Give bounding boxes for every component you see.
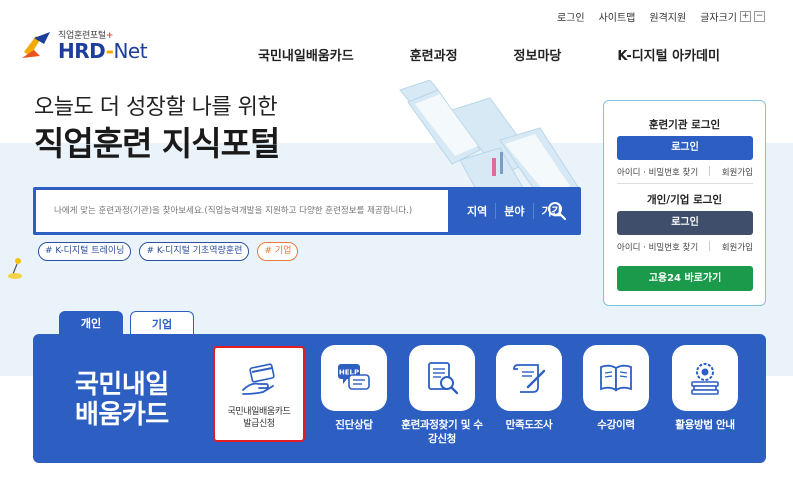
divider xyxy=(709,166,711,176)
divider xyxy=(617,183,753,184)
hero-title: 직업훈련 지식포털 xyxy=(34,124,280,163)
book-icon xyxy=(600,364,632,392)
divider xyxy=(709,241,711,251)
help-chat-icon: HELP xyxy=(338,364,370,390)
service-satisfaction-survey[interactable]: 만족도조사 xyxy=(486,345,572,432)
filter-field[interactable]: 분야 xyxy=(495,203,532,219)
card-issue-label-line1: 국민내일배움카드 xyxy=(227,407,291,417)
naeil-card-panel: 국민내일 배움카드 국민내일배움카드 발급신청 HELP 진단상담 훈련과정찾기… xyxy=(33,334,766,463)
personal-login-button[interactable]: 로그인 xyxy=(617,211,753,235)
font-size-increase-button[interactable]: + xyxy=(740,11,751,22)
service-course-history-label: 수강이력 xyxy=(597,419,635,431)
logo-net: Net xyxy=(113,39,148,63)
document-search-icon xyxy=(428,362,459,395)
login-panel: 훈련기관 로그인 로그인 아이디 · 비밀번호 찾기 회원가입 개인/기업 로그… xyxy=(603,100,766,306)
nav-training-course[interactable]: 훈련과정 xyxy=(410,45,458,64)
nav-k-digital-academy[interactable]: K-디지털 아카데미 xyxy=(617,45,720,64)
util-sitemap-link[interactable]: 사이트맵 xyxy=(599,9,636,24)
util-login-link[interactable]: 로그인 xyxy=(557,9,585,24)
personal-login-title: 개인/기업 로그인 xyxy=(646,194,723,206)
nav-naeil-card[interactable]: 국민내일배움카드 xyxy=(258,45,354,64)
service-usage-guide-label: 활용방법 안내 xyxy=(675,419,735,431)
search-input[interactable] xyxy=(36,190,448,232)
logo-mark-icon xyxy=(22,31,50,58)
institution-find-id-link[interactable]: 아이디 · 비밀번호 찾기 xyxy=(617,166,698,178)
institution-join-link[interactable]: 회원가입 xyxy=(722,166,753,178)
panel-title-line2: 배움카드 xyxy=(75,400,169,430)
tab-company[interactable]: 기업 xyxy=(130,311,194,336)
service-usage-guide[interactable]: 활용방법 안내 xyxy=(662,345,748,432)
keyword-tags: # K-디지털 트레이닝 # K-디지털 기초역량훈련 # 기업 xyxy=(38,242,299,261)
tab-personal[interactable]: 개인 xyxy=(59,311,123,336)
card-hand-icon xyxy=(242,363,275,395)
logo-hrd: HRD xyxy=(58,39,106,63)
goyong24-button[interactable]: 고용24 바로가기 xyxy=(617,266,753,291)
nav-info-madang[interactable]: 정보마당 xyxy=(514,45,562,64)
site-logo[interactable]: 직업훈련포털+ HRD-Net xyxy=(20,28,148,63)
panel-title-line1: 국민내일 xyxy=(75,370,169,400)
card-issue-label-line2: 발급신청 xyxy=(243,419,275,429)
institution-login-button[interactable]: 로그인 xyxy=(617,136,753,160)
font-size-label: 글자크기 xyxy=(700,13,737,24)
service-course-search-label: 훈련과정찾기 및 수강신청 xyxy=(401,419,483,445)
font-size-control: 글자크기 + − xyxy=(700,9,765,24)
lamp-illustration-icon xyxy=(8,258,22,279)
personal-join-link[interactable]: 회원가입 xyxy=(722,241,753,253)
util-remote-support-link[interactable]: 원격지원 xyxy=(649,9,686,24)
service-diagnosis[interactable]: HELP 진단상담 xyxy=(311,345,397,432)
tag-k-digital-basic[interactable]: # K-디지털 기초역량훈련 xyxy=(139,242,250,261)
search-bar: 지역 분야 기간 xyxy=(33,187,581,235)
main-nav: 국민내일배움카드 훈련과정 정보마당 K-디지털 아카데미 xyxy=(258,45,720,64)
search-icon[interactable] xyxy=(547,201,567,221)
font-size-decrease-button[interactable]: − xyxy=(754,11,765,22)
scroll-pen-icon xyxy=(513,364,546,393)
filter-region[interactable]: 지역 xyxy=(459,203,495,219)
gear-book-icon xyxy=(691,363,719,395)
personal-find-id-link[interactable]: 아이디 · 비밀번호 찾기 xyxy=(617,241,698,253)
tag-company[interactable]: # 기업 xyxy=(257,242,299,261)
tag-k-digital-training[interactable]: # K-디지털 트레이닝 xyxy=(38,242,132,261)
utility-bar: 로그인 사이트맵 원격지원 글자크기 + − xyxy=(543,9,765,24)
service-satisfaction-survey-label: 만족도조사 xyxy=(505,419,553,431)
institution-login-title: 훈련기관 로그인 xyxy=(648,119,721,131)
service-diagnosis-label: 진단상담 xyxy=(335,419,373,431)
service-course-search[interactable]: 훈련과정찾기 및 수강신청 xyxy=(399,345,485,446)
panel-title: 국민내일 배움카드 xyxy=(75,370,169,430)
card-issue-button[interactable]: 국민내일배움카드 발급신청 xyxy=(213,346,305,442)
service-course-history[interactable]: 수강이력 xyxy=(573,345,659,432)
